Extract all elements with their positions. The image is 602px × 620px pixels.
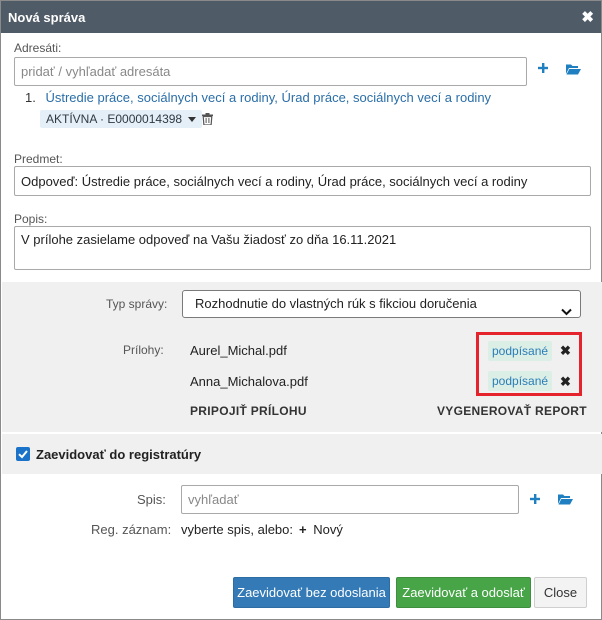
attachment-filename[interactable]: Anna_Michalova.pdf xyxy=(190,374,308,389)
new-record-label: Nový xyxy=(313,522,343,537)
new-message-dialog: Nová správa ✖ Adresáti: 1. Ústredie prác… xyxy=(0,0,602,620)
close-icon[interactable]: ✖ xyxy=(581,8,594,26)
attachment-filename[interactable]: Aurel_Michal.pdf xyxy=(190,343,287,358)
caret-down-icon xyxy=(188,117,197,123)
register-and-send-button[interactable]: Zaevidovať a odoslať xyxy=(396,577,531,608)
highlight-box xyxy=(476,332,582,396)
file-ref-label: Spis: xyxy=(137,492,166,507)
reg-record-text: vyberte spis, alebo: xyxy=(181,522,294,537)
recipient-item: 1. Ústredie práce, sociálnych vecí a rod… xyxy=(25,90,491,105)
attach-file-button[interactable]: PRIPOJIŤ PRÍLOHU xyxy=(190,404,307,418)
registry-checkbox-label[interactable]: Zaevidovať do registratúry xyxy=(36,447,201,462)
folder-open-icon[interactable] xyxy=(558,493,573,508)
generate-report-button[interactable]: VYGENEROVAŤ REPORT xyxy=(437,404,587,418)
subject-input[interactable] xyxy=(14,166,591,196)
registry-checkbox[interactable] xyxy=(16,447,30,461)
file-search-input[interactable] xyxy=(181,485,519,514)
reg-record-label: Reg. záznam: xyxy=(91,522,172,537)
folder-open-icon[interactable] xyxy=(566,63,581,78)
recipient-status-badge: AKTÍVNA · E0000014398 xyxy=(46,112,183,126)
recipient-number: 1. xyxy=(25,90,36,105)
plus-icon: + xyxy=(299,522,307,537)
description-textarea[interactable]: V prílohe zasielame odpoveď na Vašu žiad… xyxy=(14,226,591,270)
chevron-down-icon xyxy=(561,299,572,325)
trash-icon[interactable] xyxy=(202,113,213,128)
add-file-icon[interactable] xyxy=(529,493,541,508)
message-type-select[interactable]: Rozhodnutie do vlastných rúk s fikciou d… xyxy=(182,290,581,318)
new-record-button[interactable]: + Nový xyxy=(299,522,343,537)
dialog-titlebar: Nová správa ✖ xyxy=(1,1,601,33)
description-label: Popis: xyxy=(14,212,48,226)
recipient-search-input[interactable] xyxy=(14,57,527,86)
subject-label: Predmet: xyxy=(14,152,63,166)
recipients-label: Adresáti: xyxy=(14,41,62,55)
dialog-title: Nová správa xyxy=(8,10,86,25)
attachments-label: Prílohy: xyxy=(123,343,164,357)
message-type-label: Typ správy: xyxy=(106,297,168,311)
recipient-status-dropdown[interactable]: AKTÍVNA · E0000014398 xyxy=(40,110,203,128)
close-button[interactable]: Close xyxy=(534,577,587,608)
recipient-name-link[interactable]: Ústredie práce, sociálnych vecí a rodiny… xyxy=(45,90,491,105)
add-recipient-icon[interactable] xyxy=(537,62,549,77)
register-without-send-button[interactable]: Zaevidovať bez odoslania xyxy=(233,577,390,608)
message-type-selected: Rozhodnutie do vlastných rúk s fikciou d… xyxy=(195,296,477,311)
